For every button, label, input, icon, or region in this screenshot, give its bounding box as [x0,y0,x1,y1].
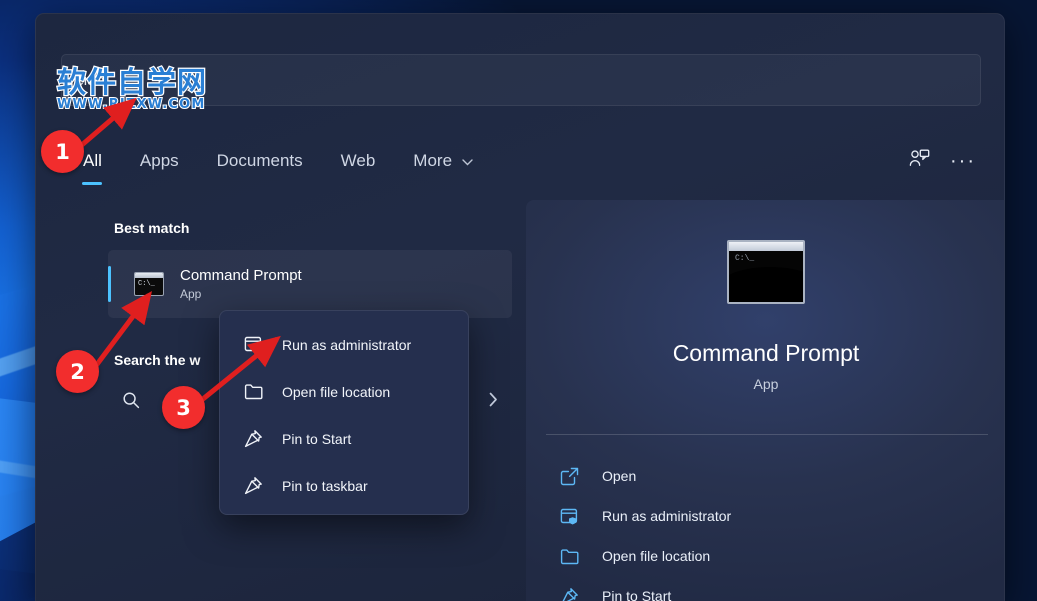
search-icon [122,391,144,414]
tab-documents-label: Documents [216,151,303,170]
tab-apps[interactable]: Apps [138,145,181,177]
shield-window-icon [558,505,580,527]
tab-documents[interactable]: Documents [215,145,305,177]
best-match-subtitle: App [180,286,202,301]
context-menu: Run as administrator Open file location … [219,310,469,515]
best-match-title: Command Prompt [180,266,302,284]
chevron-right-icon[interactable] [489,392,498,412]
command-prompt-icon: C:\_ [727,240,805,304]
app-preview-panel: C:\_ Command Prompt App Open Run as admi… [526,200,1004,601]
best-match-header: Best match [114,220,190,236]
ellipsis-icon: ··· [950,150,976,172]
folder-icon [558,545,580,567]
search-flyout-window: cmd All Apps Documents Web More ··· Best… [35,13,1005,601]
preview-divider [546,434,988,435]
preview-action-open-file-location[interactable]: Open file location [526,536,1004,576]
command-prompt-icon-text: C:\_ [138,280,155,288]
tab-web-label: Web [340,151,376,170]
feedback-button[interactable] [902,144,936,178]
preview-action-open[interactable]: Open [526,456,1004,496]
annotation-marker-3: 3 [162,386,205,429]
folder-icon [242,381,264,403]
feedback-icon [909,149,930,173]
chevron-down-icon [462,155,473,169]
preview-action-label: Run as administrator [602,508,732,524]
context-menu-item-pin-to-start[interactable]: Pin to Start [220,415,468,462]
command-prompt-icon-text: C:\_ [735,254,755,263]
preview-app-title: Command Prompt [672,340,860,366]
preview-action-label: Open [602,468,637,484]
context-menu-item-label: Pin to Start [282,430,352,447]
search-input[interactable]: cmd [61,54,981,106]
context-menu-item-pin-to-taskbar[interactable]: Pin to taskbar [220,462,468,509]
tab-apps-label: Apps [139,151,179,170]
tab-more-label: More [413,151,453,170]
context-menu-item-label: Pin to taskbar [282,477,368,494]
context-menu-item-label: Open file location [282,383,391,400]
tab-web[interactable]: Web [339,145,378,177]
shield-window-icon [242,334,264,356]
context-menu-item-open-file-location[interactable]: Open file location [220,368,468,415]
tab-all-label: All [83,151,102,170]
preview-action-pin-to-start[interactable]: Pin to Start [526,576,1004,601]
preview-app-subtitle: App [753,376,779,392]
pin-icon [558,585,580,601]
context-menu-item-label: Run as administrator [282,336,412,353]
best-match-text-group: Command Prompt App [180,266,302,303]
preview-action-run-as-administrator[interactable]: Run as administrator [526,496,1004,536]
search-input-value: cmd [76,71,105,89]
preview-action-label: Open file location [602,548,711,564]
preview-action-list: Open Run as administrator Open file loca… [526,456,1004,601]
tab-all[interactable]: All [81,145,104,177]
pin-icon [242,428,264,450]
pin-icon [242,475,264,497]
preview-action-label: Pin to Start [602,588,672,601]
search-tab-bar: All Apps Documents Web More ··· [36,132,1004,190]
command-prompt-icon: C:\_ [134,272,164,296]
context-menu-item-run-as-administrator[interactable]: Run as administrator [220,321,468,368]
best-match-result-item[interactable]: C:\_ Command Prompt App [108,250,512,318]
tab-more[interactable]: More [411,145,474,177]
annotation-marker-2: 2 [56,350,99,393]
more-options-button[interactable]: ··· [946,144,980,178]
open-external-icon [558,465,580,487]
annotation-marker-1: 1 [41,130,84,173]
